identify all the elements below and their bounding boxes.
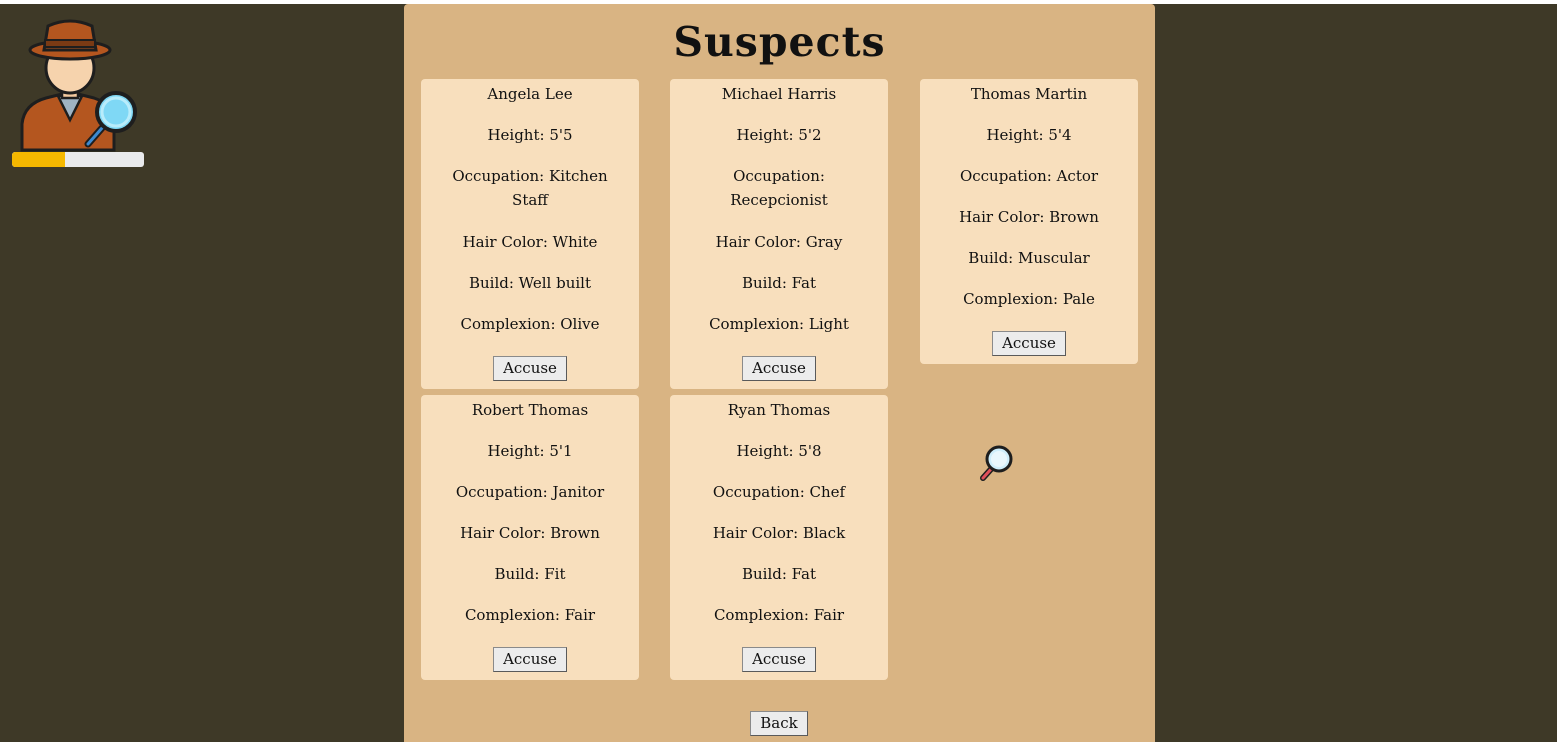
back-button[interactable]: Back	[750, 711, 808, 736]
suspect-height: Height: 5'5	[487, 126, 573, 144]
detective-icon	[20, 19, 137, 152]
accuse-button[interactable]: Accuse	[742, 356, 816, 381]
suspect-hair: Hair Color: Brown	[460, 524, 600, 542]
suspect-height: Height: 5'2	[736, 126, 822, 144]
accuse-button[interactable]: Accuse	[992, 331, 1066, 356]
suspects-panel: Suspects Angela Lee Height: 5'5 Occupati…	[404, 4, 1155, 742]
player-avatar	[12, 16, 146, 172]
magnifying-glass-icon	[980, 445, 1013, 481]
suspect-name: Ryan Thomas	[727, 401, 831, 419]
suspect-occupation: Occupation: Actor	[959, 167, 1099, 185]
suspect-hair: Hair Color: Gray	[715, 233, 843, 251]
suspect-hair: Hair Color: White	[462, 233, 598, 251]
page-title: Suspects	[673, 18, 886, 66]
suspect-occupation-cont: Recepcionist	[730, 191, 828, 209]
suspect-complexion: Complexion: Fair	[713, 606, 845, 624]
suspect-complexion: Complexion: Olive	[460, 315, 600, 333]
suspect-occupation: Occupation: Chef	[712, 483, 846, 501]
suspect-build: Build: Fat	[741, 274, 817, 292]
suspect-card: Robert Thomas Height: 5'1 Occupation: Ja…	[421, 395, 639, 680]
suspect-height: Height: 5'4	[986, 126, 1072, 144]
suspect-card: Michael Harris Height: 5'2 Occupation: R…	[670, 79, 888, 389]
accuse-button[interactable]: Accuse	[742, 647, 816, 672]
suspect-height: Height: 5'8	[736, 442, 822, 460]
suspect-complexion: Complexion: Pale	[963, 290, 1095, 308]
suspect-card: Angela Lee Height: 5'5 Occupation: Kitch…	[421, 79, 639, 389]
suspect-name: Angela Lee	[487, 85, 573, 103]
suspect-height: Height: 5'1	[487, 442, 573, 460]
progress-fill	[12, 152, 65, 167]
suspect-card: Thomas Martin Height: 5'4 Occupation: Ac…	[920, 79, 1138, 364]
suspect-occupation-cont: Staff	[512, 191, 548, 209]
suspect-hair: Hair Color: Black	[712, 524, 846, 542]
accuse-button[interactable]: Accuse	[493, 356, 567, 381]
suspect-name: Robert Thomas	[471, 401, 589, 419]
suspect-occupation: Occupation:	[733, 167, 825, 185]
progress-bar	[12, 152, 144, 167]
suspect-complexion: Complexion: Fair	[464, 606, 596, 624]
suspect-card: Ryan Thomas Height: 5'8 Occupation: Chef…	[670, 395, 888, 680]
suspect-build: Build: Muscular	[968, 249, 1090, 267]
suspect-complexion: Complexion: Light	[709, 315, 849, 333]
suspect-occupation: Occupation: Janitor	[455, 483, 605, 501]
suspect-build: Build: Fit	[494, 565, 566, 583]
suspect-name: Thomas Martin	[970, 85, 1088, 103]
suspect-hair: Hair Color: Brown	[959, 208, 1099, 226]
accuse-button[interactable]: Accuse	[493, 647, 567, 672]
suspect-build: Build: Fat	[741, 565, 817, 583]
suspect-occupation: Occupation: Kitchen	[452, 167, 608, 185]
suspect-build: Build: Well built	[468, 274, 592, 292]
suspect-name: Michael Harris	[721, 85, 837, 103]
